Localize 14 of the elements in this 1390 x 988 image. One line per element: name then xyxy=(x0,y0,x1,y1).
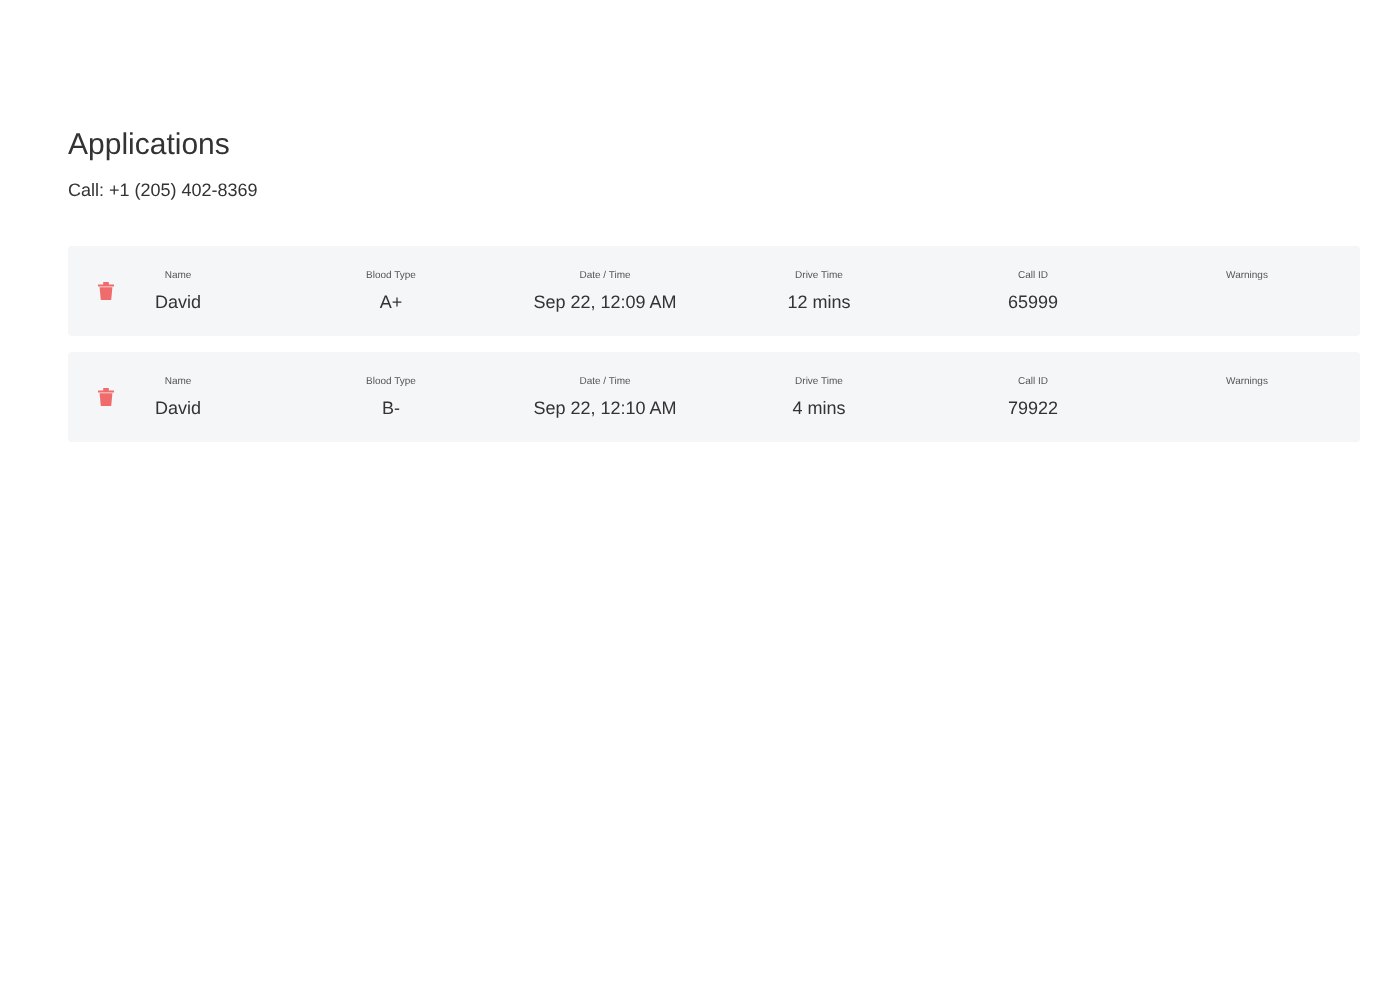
page-title: Applications xyxy=(68,128,232,164)
trash-icon[interactable] xyxy=(98,282,114,300)
field-value: Sep 22, 12:09 AM xyxy=(533,289,677,313)
trash-icon[interactable] xyxy=(98,388,114,406)
field-value: 65999 xyxy=(1007,289,1059,313)
field-value: Sep 22, 12:10 AM xyxy=(533,395,677,419)
field-value: 79922 xyxy=(1007,395,1059,419)
call-number: Call: +1 (205) 402-8369 xyxy=(68,178,260,202)
field-value: A+ xyxy=(379,289,403,313)
field-value: B- xyxy=(382,395,400,419)
field-value: David xyxy=(154,395,201,419)
field-value: 4 mins xyxy=(792,395,846,419)
field-value: 12 mins xyxy=(787,289,851,313)
field-value: David xyxy=(154,289,201,313)
